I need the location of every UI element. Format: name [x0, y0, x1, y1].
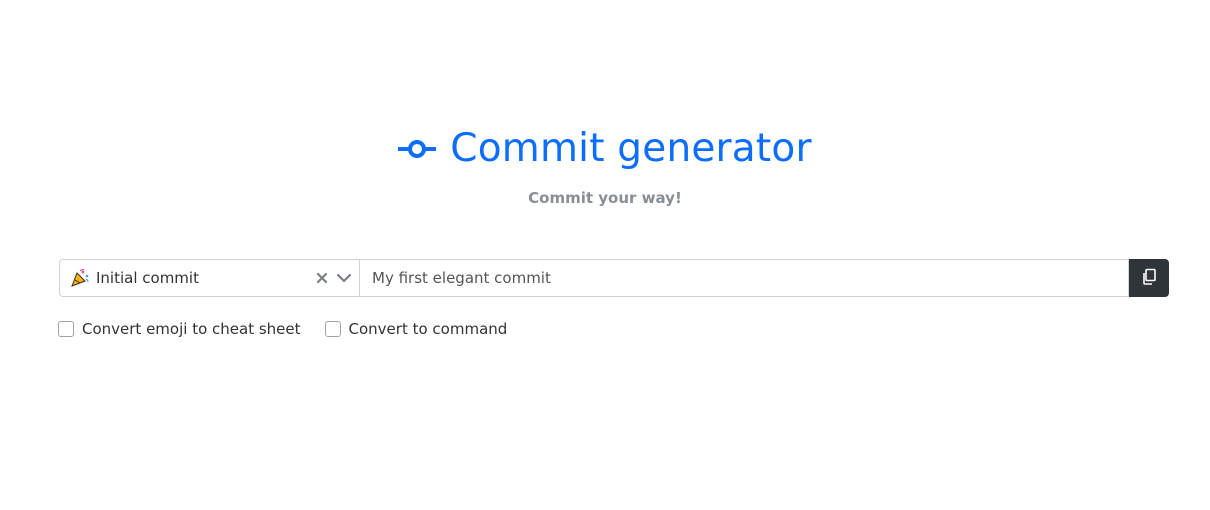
option-convert-command[interactable]: Convert to command — [324, 319, 508, 339]
close-icon[interactable] — [313, 272, 331, 284]
option-emoji-cheat-sheet[interactable]: Convert emoji to cheat sheet — [58, 319, 301, 339]
page-subtitle: Commit your way! — [528, 189, 682, 207]
emoji-cheat-sheet-checkbox[interactable] — [58, 321, 74, 337]
chevron-down-icon[interactable] — [333, 273, 355, 283]
commit-message-input[interactable] — [360, 259, 1129, 297]
option-label: Convert to command — [348, 320, 508, 338]
git-commit-icon — [398, 138, 437, 160]
copy-icon — [1141, 268, 1157, 289]
commit-type-label: Initial commit — [96, 269, 199, 287]
copy-button[interactable] — [1129, 259, 1169, 297]
options-row: Convert emoji to cheat sheet Convert to … — [58, 319, 531, 339]
commit-input-group: Initial commit — [59, 259, 1169, 297]
convert-command-checkbox[interactable] — [324, 321, 341, 337]
party-popper-icon — [70, 268, 90, 288]
commit-type-select[interactable]: Initial commit — [59, 259, 360, 297]
page-title: Commit generator — [450, 126, 812, 171]
option-label: Convert emoji to cheat sheet — [82, 320, 301, 338]
header: Commit generator — [0, 122, 1210, 176]
